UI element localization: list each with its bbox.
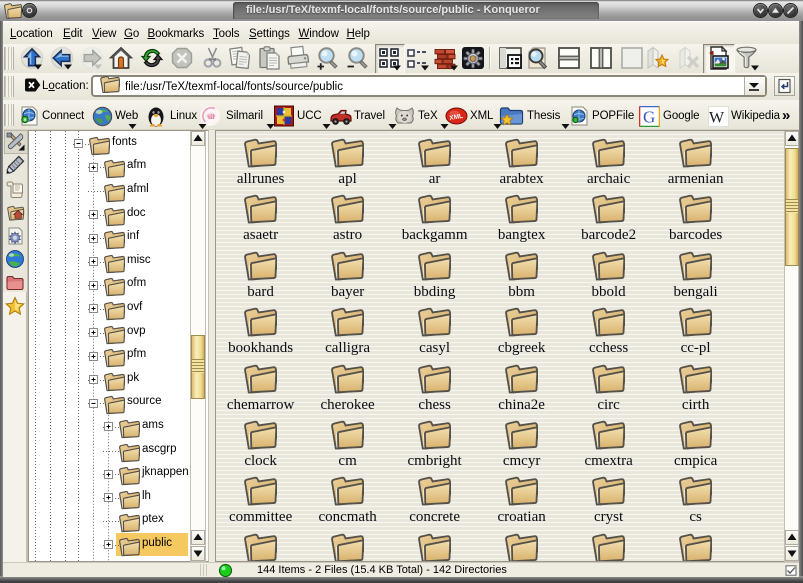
svg-text:G: G xyxy=(643,108,655,127)
svg-text:sil: sil xyxy=(208,113,215,121)
svg-text:W: W xyxy=(709,110,725,127)
